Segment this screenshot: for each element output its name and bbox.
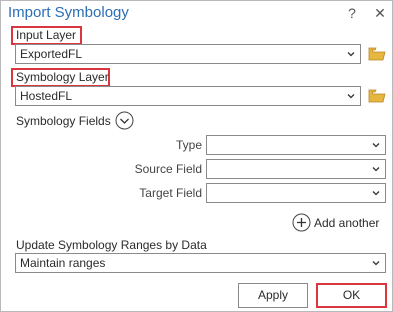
chevron-down-circle-icon[interactable] — [115, 111, 134, 130]
target-field-dropdown[interactable] — [206, 183, 386, 203]
chevron-down-icon — [372, 167, 380, 172]
input-layer-label: Input Layer — [16, 28, 77, 42]
plus-circle-icon — [292, 213, 311, 232]
help-icon[interactable]: ? — [344, 5, 360, 21]
update-ranges-dropdown[interactable]: Maintain ranges — [15, 253, 386, 273]
folder-icon[interactable] — [368, 47, 386, 61]
ok-button[interactable]: OK — [316, 283, 387, 308]
add-another-button[interactable]: Add another — [292, 213, 384, 233]
type-label: Type — [175, 138, 202, 152]
close-icon[interactable]: ✕ — [372, 5, 388, 21]
symbology-layer-label: Symbology Layer — [16, 70, 109, 84]
source-field-dropdown[interactable] — [206, 159, 386, 179]
input-layer-value: ExportedFL — [20, 47, 83, 61]
dialog-title: Import Symbology — [8, 4, 129, 21]
chevron-down-icon — [347, 52, 355, 57]
symbology-layer-dropdown[interactable]: HostedFL — [15, 86, 361, 106]
add-another-label: Add another — [314, 216, 380, 230]
type-dropdown[interactable] — [206, 135, 386, 155]
chevron-down-icon — [347, 94, 355, 99]
chevron-down-icon — [372, 261, 380, 266]
symbology-fields-label: Symbology Fields — [16, 114, 111, 128]
update-ranges-label: Update Symbology Ranges by Data — [16, 238, 207, 252]
symbology-layer-value: HostedFL — [20, 89, 73, 103]
chevron-down-icon — [372, 143, 380, 148]
update-ranges-value: Maintain ranges — [20, 256, 106, 270]
source-field-label: Source Field — [134, 162, 202, 176]
input-layer-dropdown[interactable]: ExportedFL — [15, 44, 361, 64]
folder-icon[interactable] — [368, 89, 386, 103]
chevron-down-icon — [372, 191, 380, 196]
target-field-label: Target Field — [139, 186, 202, 200]
apply-button[interactable]: Apply — [238, 283, 308, 308]
import-symbology-dialog: Import Symbology ? ✕ Input Layer Exporte… — [0, 0, 393, 312]
